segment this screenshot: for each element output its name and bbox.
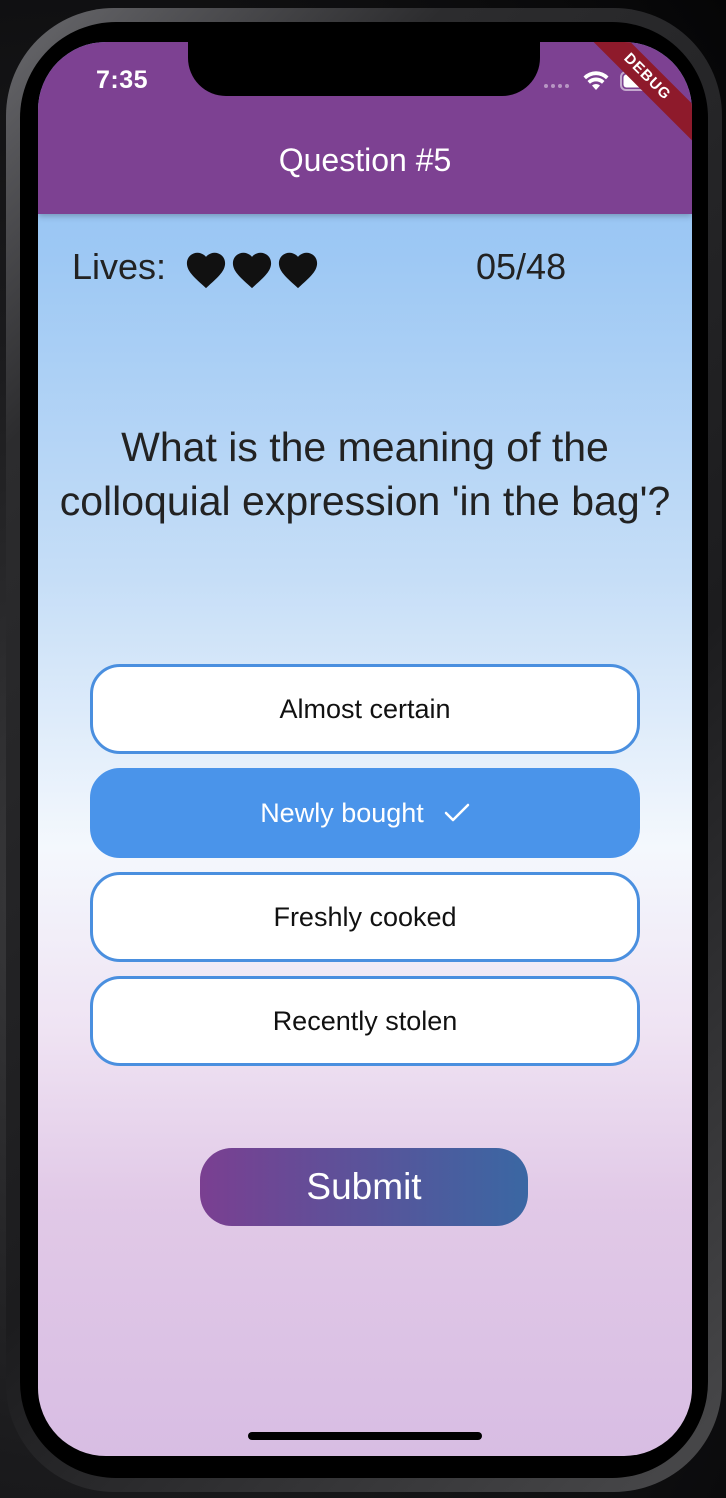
lives-label: Lives: [72,246,167,287]
submit-label: Submit [306,1166,422,1207]
status-time: 7:35 [96,66,149,94]
question-text: What is the meaning of the colloquial ex… [59,424,671,524]
answer-label: Recently stolen [272,1005,458,1036]
answer-option-1[interactable]: Almost certain [90,664,640,754]
cellular-signal-icon [544,84,569,88]
answer-label: Freshly cooked [273,901,457,932]
page-title: Question #5 [278,142,452,178]
debug-banner: DEBUG [577,42,692,147]
answer-label: Almost certain [279,693,451,724]
lives-hearts [184,250,320,290]
heart-icon [232,252,272,289]
camera-notch [188,42,540,96]
home-indicator[interactable] [248,1432,482,1440]
heart-icon [278,252,318,289]
answer-option-4[interactable]: Recently stolen [90,976,640,1066]
checkmark-icon [444,803,470,822]
app-bar: 7:35 DEBUG Question #5 [38,42,692,214]
answer-option-2[interactable]: Newly bought [90,768,640,858]
heart-icon [186,252,226,289]
submit-button[interactable]: Submit [200,1148,528,1226]
question-progress: 05/48 [476,246,567,287]
answer-option-3[interactable]: Freshly cooked [90,872,640,962]
app-screen: 7:35 DEBUG Question #5 Lives: 05/48 What… [38,42,692,1456]
answer-label: Newly bought [260,797,424,828]
